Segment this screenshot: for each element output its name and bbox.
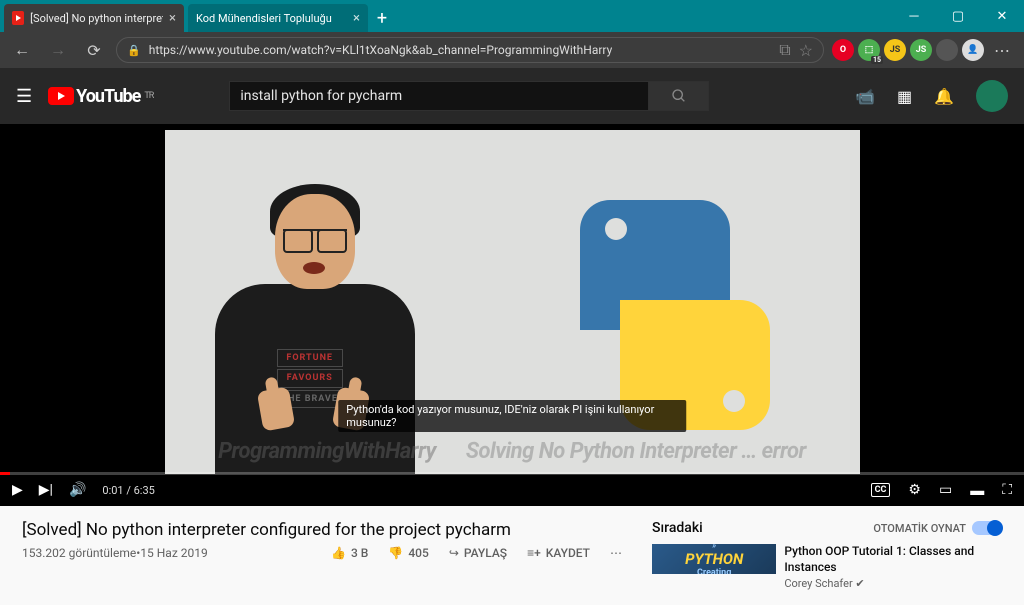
browser-titlebar: [Solved] No python interpreter c × Kod M… (0, 0, 1024, 32)
player-controls: ▶ ▶| 🔊 0:01 / 6:35 CC ⚙ ▭ ▬ ⛶ (0, 474, 1024, 506)
tab-title: [Solved] No python interpreter c (30, 12, 163, 25)
settings-icon[interactable]: ⚙ (908, 482, 921, 498)
time-display: 0:01 / 6:35 (102, 484, 154, 497)
video-stage: FORTUNEFAVOURSTHE BRAVE Python'da kod ya… (0, 124, 1024, 506)
secondary-column: Sıradaki OTOMATİK OYNAT »PYTHONCreating … (652, 520, 1002, 591)
back-button[interactable]: ← (8, 36, 36, 64)
share-button[interactable]: ↪ PAYLAŞ (443, 546, 513, 560)
video-player[interactable]: FORTUNEFAVOURSTHE BRAVE Python'da kod ya… (165, 130, 860, 474)
maximize-button[interactable]: ▢ (936, 0, 980, 32)
ext-green-icon[interactable]: JS (910, 39, 932, 61)
region-code: TR (144, 91, 153, 101)
create-icon[interactable]: 📹 (855, 87, 875, 106)
ext-dark-icon[interactable] (936, 39, 958, 61)
tab-title: Kod Mühendisleri Topluluğu (196, 12, 332, 25)
next-video-item[interactable]: »PYTHONCreating Python OOP Tutorial 1: C… (652, 544, 1002, 591)
ext-badge-icon[interactable]: ⬚15 (858, 39, 880, 61)
browser-tab-active[interactable]: [Solved] No python interpreter c × (4, 4, 184, 32)
minimize-button[interactable]: ─ (892, 0, 936, 32)
view-count: 153.202 görüntüleme (22, 546, 136, 560)
volume-icon[interactable]: 🔊 (69, 482, 86, 498)
video-watermark: ProgrammingWithHarrySolving No Python In… (165, 439, 860, 464)
primary-info: [Solved] No python interpreter configure… (22, 520, 628, 591)
fullscreen-icon[interactable]: ⛶ (1002, 482, 1012, 498)
menu-icon[interactable]: ⋯ (988, 36, 1016, 64)
brand-text: YouTube (76, 86, 140, 107)
search-button[interactable] (649, 81, 709, 111)
below-player: [Solved] No python interpreter configure… (0, 506, 1024, 605)
search-input[interactable] (229, 81, 649, 111)
dislike-button[interactable]: 👎 405 (382, 546, 434, 560)
hamburger-icon[interactable]: ☰ (16, 86, 32, 107)
close-tab-icon[interactable]: × (353, 11, 360, 26)
search-form (229, 81, 709, 111)
progress-bar[interactable] (0, 472, 1024, 475)
address-bar[interactable]: 🔒 https://www.youtube.com/watch?v=KLl1tX… (116, 37, 824, 63)
close-window-button[interactable]: ✕ (980, 0, 1024, 32)
search-icon (671, 88, 687, 104)
youtube-favicon (12, 11, 24, 25)
extensions-row: O ⬚15 JS JS 👤 ⋯ (832, 36, 1016, 64)
video-meta: 153.202 görüntüleme • 15 Haz 2019 👍 3 B … (22, 546, 628, 560)
avatar[interactable] (976, 80, 1008, 112)
like-button[interactable]: 👍 3 B (325, 546, 374, 560)
play-button[interactable]: ▶ (12, 482, 23, 498)
next-button[interactable]: ▶| (39, 482, 53, 498)
youtube-header: ☰ YouTube TR 📹 ▦ 🔔 (0, 68, 1024, 124)
next-thumbnail: »PYTHONCreating (652, 544, 776, 574)
autoplay-toggle[interactable]: OTOMATİK OYNAT (873, 521, 1002, 535)
url-text: https://www.youtube.com/watch?v=KLl1tXoa… (149, 43, 613, 57)
youtube-play-icon (48, 87, 74, 105)
forward-button[interactable]: → (44, 36, 72, 64)
upnext-label: Sıradaki (652, 520, 703, 536)
apps-icon[interactable]: ▦ (897, 87, 912, 106)
ext-js-icon[interactable]: JS (884, 39, 906, 61)
lock-icon: 🔒 (127, 44, 141, 57)
browser-toolbar: ← → ⟳ 🔒 https://www.youtube.com/watch?v=… (0, 32, 1024, 68)
opera-icon[interactable]: O (832, 39, 854, 61)
profile-icon[interactable]: 👤 (962, 39, 984, 61)
caption-text: Python'da kod yazıyor musunuz, IDE'niz o… (338, 400, 686, 432)
save-button[interactable]: ≡+ KAYDET (521, 546, 596, 560)
star-icon[interactable]: ☆ (799, 41, 813, 60)
browser-tab[interactable]: Kod Mühendisleri Topluluğu × (188, 4, 368, 32)
miniplayer-icon[interactable]: ▭ (939, 482, 952, 498)
toggle-switch[interactable] (972, 521, 1002, 535)
next-video-channel: Corey Schafer ✔ (784, 577, 1002, 591)
new-tab-button[interactable]: + (368, 4, 396, 32)
publish-date: 15 Haz 2019 (140, 546, 207, 560)
notifications-icon[interactable]: 🔔 (934, 87, 954, 106)
cc-button[interactable]: CC (871, 483, 891, 497)
video-title: [Solved] No python interpreter configure… (22, 520, 628, 540)
refresh-button[interactable]: ⟳ (80, 36, 108, 64)
theater-icon[interactable]: ▬ (970, 482, 984, 499)
next-video-title: Python OOP Tutorial 1: Classes and Insta… (784, 544, 1002, 575)
close-tab-icon[interactable]: × (169, 11, 176, 26)
more-actions-button[interactable]: ⋯ (604, 546, 628, 560)
youtube-logo[interactable]: YouTube TR (48, 86, 153, 107)
reader-icon[interactable]: ⧉ (779, 40, 790, 60)
